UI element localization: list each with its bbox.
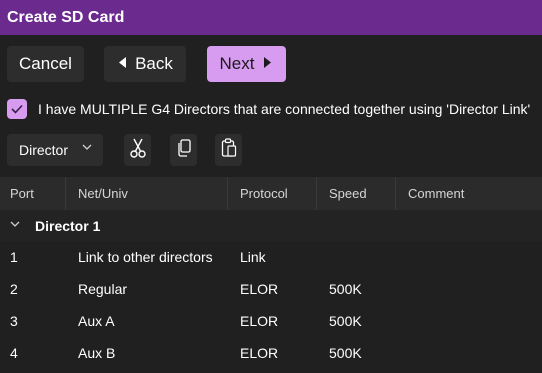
window-title: Create SD Card bbox=[0, 0, 542, 35]
scissors-icon bbox=[129, 138, 146, 163]
clipboard-icon bbox=[221, 137, 237, 163]
cell-speed: 500K bbox=[329, 345, 362, 361]
group-title: Director 1 bbox=[35, 217, 101, 234]
table-row[interactable]: 1 Link to other directors Link bbox=[0, 241, 542, 273]
column-separator[interactable] bbox=[227, 177, 228, 210]
cell-protocol: ELOR bbox=[240, 281, 279, 297]
cell-net-univ: Aux B bbox=[78, 345, 116, 361]
checkmark-icon bbox=[11, 102, 23, 117]
multiple-directors-option: I have MULTIPLE G4 Directors that are co… bbox=[7, 98, 530, 120]
cell-port: 1 bbox=[10, 249, 18, 265]
next-button-label: Next bbox=[219, 54, 255, 73]
multiple-directors-checkbox[interactable] bbox=[7, 99, 27, 119]
cell-net-univ: Aux A bbox=[78, 313, 115, 329]
cell-speed: 500K bbox=[329, 281, 362, 297]
device-type-dropdown[interactable]: Director bbox=[7, 134, 103, 166]
multiple-directors-label: I have MULTIPLE G4 Directors that are co… bbox=[38, 101, 531, 117]
column-header-comment[interactable]: Comment bbox=[408, 177, 464, 210]
cell-speed: 500K bbox=[329, 313, 362, 329]
chevron-down-icon bbox=[82, 143, 92, 154]
chevron-down-icon[interactable] bbox=[10, 220, 20, 231]
cell-net-univ: Link to other directors bbox=[78, 249, 213, 265]
column-header-net-univ[interactable]: Net/Univ bbox=[78, 177, 128, 210]
group-header-director-1[interactable]: Director 1 bbox=[0, 210, 542, 241]
paste-button[interactable] bbox=[215, 134, 242, 166]
table-row[interactable]: 2 Regular ELOR 500K bbox=[0, 273, 542, 305]
cell-port: 2 bbox=[10, 281, 18, 297]
chevron-right-icon bbox=[262, 56, 273, 72]
next-button[interactable]: Next bbox=[207, 46, 286, 82]
column-header-speed[interactable]: Speed bbox=[329, 177, 367, 210]
cell-port: 4 bbox=[10, 345, 18, 361]
cell-port: 3 bbox=[10, 313, 18, 329]
column-separator[interactable] bbox=[316, 177, 317, 210]
cell-protocol: ELOR bbox=[240, 313, 279, 329]
table-row[interactable]: 3 Aux A ELOR 500K bbox=[0, 305, 542, 337]
back-button-label: Back bbox=[135, 54, 173, 73]
back-button[interactable]: Back bbox=[104, 46, 186, 82]
column-header-port[interactable]: Port bbox=[10, 177, 34, 210]
column-header-protocol[interactable]: Protocol bbox=[240, 177, 288, 210]
cancel-button[interactable]: Cancel bbox=[7, 46, 84, 82]
device-type-value: Director bbox=[19, 142, 69, 158]
grid-header: Port Net/Univ Protocol Speed Comment bbox=[0, 177, 542, 210]
cut-button[interactable] bbox=[124, 134, 151, 166]
column-separator[interactable] bbox=[65, 177, 66, 210]
chevron-left-icon bbox=[117, 56, 128, 72]
cell-protocol: Link bbox=[240, 249, 266, 265]
cell-net-univ: Regular bbox=[78, 281, 128, 297]
copy-button[interactable] bbox=[170, 134, 197, 166]
cell-protocol: ELOR bbox=[240, 345, 279, 361]
table-row[interactable]: 4 Aux B ELOR 500K bbox=[0, 337, 542, 369]
cancel-button-label: Cancel bbox=[19, 54, 72, 73]
column-separator[interactable] bbox=[395, 177, 396, 210]
copy-icon bbox=[177, 138, 191, 162]
